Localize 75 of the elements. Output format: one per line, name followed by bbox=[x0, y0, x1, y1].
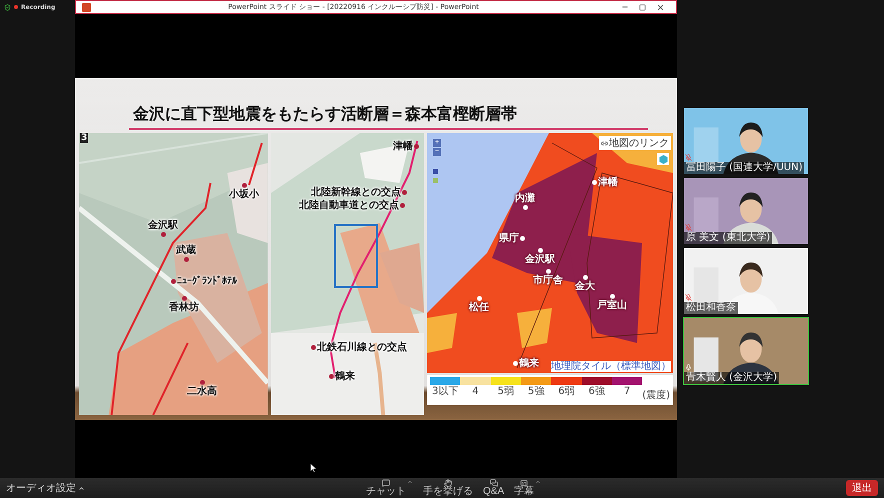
place-label: 武蔵 bbox=[176, 245, 196, 256]
hand-icon bbox=[444, 479, 452, 487]
place-label: 金沢駅 bbox=[525, 254, 555, 265]
legend-label: 3以下 bbox=[432, 385, 458, 399]
place-label: 香林坊 bbox=[169, 302, 199, 313]
marker-icon bbox=[582, 275, 588, 280]
cursor-icon bbox=[310, 463, 317, 473]
raise-hand-button[interactable]: 手を挙げる bbox=[423, 479, 473, 497]
place-label: 津幡 bbox=[598, 177, 618, 188]
legend-label: 6強 bbox=[588, 385, 605, 399]
app-icon bbox=[82, 2, 91, 12]
leave-button[interactable]: 退出 bbox=[846, 480, 878, 496]
marker-icon bbox=[400, 203, 405, 208]
chat-button[interactable]: チャット bbox=[366, 479, 413, 497]
shield-icon bbox=[4, 4, 11, 10]
marker-icon bbox=[476, 296, 482, 301]
place-label: 鶴来 bbox=[334, 371, 355, 382]
map-link-button[interactable]: 地図のリンク bbox=[599, 136, 671, 150]
caret-icon bbox=[535, 479, 542, 485]
legend-unit: (震度) bbox=[642, 389, 670, 403]
attribution-link[interactable]: 地理院タイル（標準地図） bbox=[551, 361, 671, 372]
place-label: 小坂小 bbox=[229, 189, 259, 200]
marker-icon bbox=[242, 183, 246, 188]
place-label: 金大 bbox=[575, 281, 595, 292]
caret-icon bbox=[78, 484, 85, 492]
marker-icon bbox=[184, 257, 188, 262]
marker-icon bbox=[592, 180, 597, 185]
marker-icon bbox=[160, 232, 166, 237]
captions-icon bbox=[520, 479, 528, 487]
legend-label: 6弱 bbox=[558, 385, 575, 399]
audio-settings-button[interactable]: オーディオ設定 bbox=[6, 481, 366, 495]
place-label: 市庁舎 bbox=[533, 275, 563, 286]
marker-icon bbox=[182, 296, 186, 301]
participant-name: 冨田陽子 (国連大学/UUN) bbox=[684, 162, 804, 174]
marker-icon bbox=[522, 205, 528, 210]
marker-icon bbox=[546, 269, 550, 274]
marker-icon bbox=[328, 374, 334, 379]
place-label: 津幡 bbox=[392, 141, 413, 152]
marker-icon bbox=[171, 279, 176, 284]
marker-icon bbox=[414, 144, 419, 149]
legend-label: 7 bbox=[624, 385, 630, 399]
marker-icon bbox=[513, 361, 518, 366]
chat-icon bbox=[490, 479, 498, 487]
place-label: 鶴来 bbox=[519, 358, 539, 369]
place-label: 県庁 bbox=[499, 233, 519, 244]
recording-dot-icon bbox=[14, 5, 18, 9]
close-button[interactable] bbox=[656, 2, 665, 12]
marker-icon bbox=[310, 345, 316, 350]
slide-title: 金沢に直下型地震をもたらす活断層＝森本富樫断層帯 bbox=[129, 104, 648, 130]
marker-icon bbox=[520, 236, 525, 241]
place-label: 松任 bbox=[469, 302, 489, 313]
marker-icon bbox=[610, 294, 614, 299]
qa-button[interactable]: Q&A bbox=[483, 479, 504, 497]
marker-icon bbox=[200, 380, 204, 385]
place-label: 戸室山 bbox=[597, 300, 627, 311]
caret-icon bbox=[407, 479, 413, 485]
place-label: 二水高 bbox=[187, 386, 217, 397]
participant-name: 原 美文 (東北大学) bbox=[684, 232, 772, 244]
place-label: 金沢駅 bbox=[148, 220, 178, 231]
captions-button[interactable]: 字幕 bbox=[514, 479, 542, 497]
participant-name: 松田和香奈 bbox=[684, 302, 738, 314]
marker-icon bbox=[402, 190, 407, 195]
legend-label: 5強 bbox=[528, 385, 544, 399]
marker-icon bbox=[538, 248, 542, 253]
chat-icon bbox=[382, 479, 390, 487]
place-label: ﾆｭｰｸﾞﾗﾝﾄﾞﾎﾃﾙ bbox=[177, 276, 237, 287]
legend-label: 4 bbox=[472, 385, 479, 399]
map-number: 3 bbox=[80, 133, 88, 143]
place-label: 内灘 bbox=[515, 193, 535, 204]
participant-name: 青木賢人 (金沢大学) bbox=[684, 372, 779, 384]
legend-label: 5弱 bbox=[498, 385, 514, 399]
highlight-frame bbox=[334, 224, 378, 288]
hexagon-icon[interactable] bbox=[657, 153, 669, 165]
maximize-button[interactable] bbox=[639, 4, 646, 10]
link-icon bbox=[601, 140, 608, 146]
